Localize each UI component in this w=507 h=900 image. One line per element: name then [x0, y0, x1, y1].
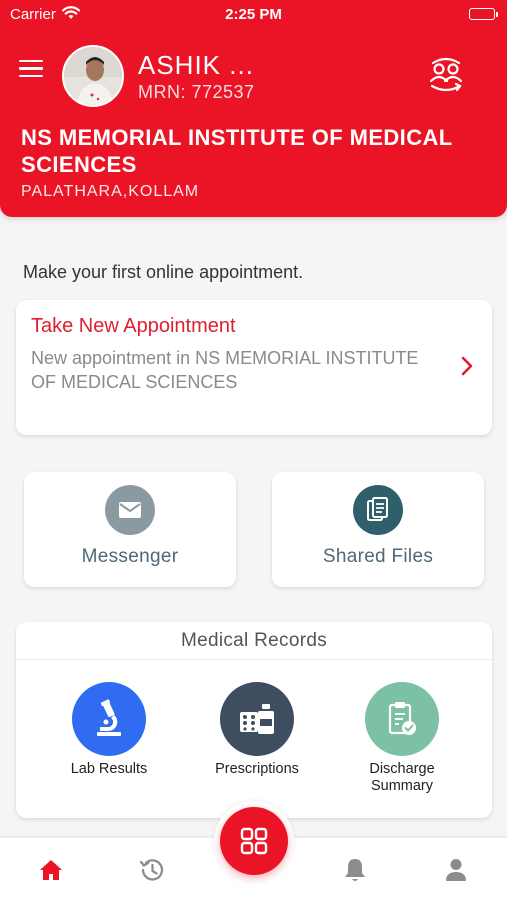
prescriptions-label: Prescriptions — [215, 761, 299, 777]
history-icon[interactable] — [138, 856, 166, 884]
user-name: ASHIK ... — [138, 50, 254, 80]
chevron-right-icon — [460, 355, 474, 382]
battery-icon — [469, 8, 498, 20]
grid-icon[interactable] — [220, 807, 288, 875]
discharge-summary-label: Discharge Summary — [369, 761, 435, 794]
hospital-location: PALATHARA,KOLLAM — [21, 183, 200, 200]
status-time: 2:25 PM — [225, 6, 282, 23]
messenger-tile[interactable]: Messenger — [24, 472, 236, 587]
divider — [16, 659, 492, 660]
menu-icon[interactable] — [19, 60, 43, 78]
intro-text: Make your first online appointment. — [23, 262, 304, 282]
take-new-appointment-card[interactable]: Take New Appointment New appointment in … — [16, 300, 492, 435]
envelope-icon — [105, 485, 155, 535]
appointment-subtitle: New appointment in NS MEMORIAL INSTITUTE… — [31, 348, 419, 392]
medical-records-title: Medical Records — [181, 630, 327, 651]
lab-results-button[interactable]: Lab Results — [44, 682, 174, 778]
profile-icon[interactable] — [442, 856, 470, 884]
user-mrn: MRN: 772537 — [138, 82, 255, 102]
bell-icon[interactable] — [341, 856, 369, 884]
prescriptions-button[interactable]: Prescriptions — [192, 682, 322, 778]
shared-files-label: Shared Files — [322, 546, 434, 567]
header: Carrier 2:25 PM ASHIK ... MRN: 772537 NS… — [0, 0, 507, 217]
medical-records-card: Medical Records Lab Results Prescription — [16, 622, 492, 818]
discharge-summary-button[interactable]: Discharge Summary — [337, 682, 467, 795]
avatar[interactable] — [62, 45, 124, 107]
hospital-name: NS MEMORIAL INSTITUTE OF MEDICAL SCIENCE… — [21, 125, 453, 177]
appointment-title: Take New Appointment — [31, 315, 236, 337]
microscope-icon — [72, 682, 146, 756]
switch-user-icon[interactable] — [426, 55, 466, 95]
document-icon — [353, 485, 403, 535]
clipboard-check-icon — [365, 682, 439, 756]
medicine-icon — [220, 682, 294, 756]
status-bar: Carrier 2:25 PM — [0, 0, 507, 30]
lab-results-label: Lab Results — [70, 761, 148, 777]
shared-files-tile[interactable]: Shared Files — [272, 472, 484, 587]
home-icon[interactable] — [37, 856, 65, 884]
messenger-label: Messenger — [81, 546, 179, 567]
